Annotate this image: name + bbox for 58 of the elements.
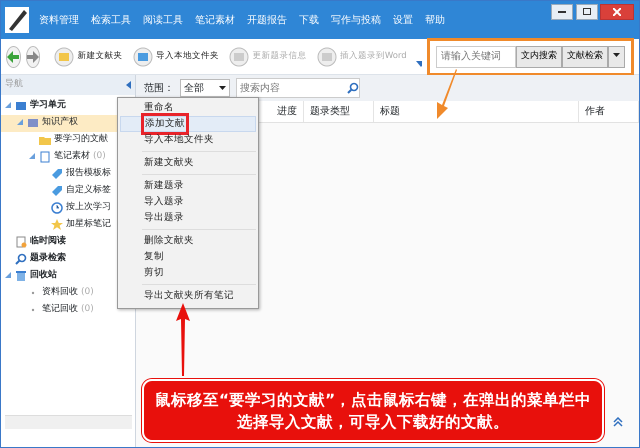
tree-item[interactable]: 笔记回收 (0) <box>1 302 135 318</box>
menu-item[interactable]: 写作与投稿 <box>325 12 387 28</box>
maximize-button[interactable] <box>576 4 598 20</box>
menu-item[interactable]: 资料管理 <box>33 12 85 28</box>
caret-icon <box>613 53 620 58</box>
clock-icon <box>51 202 63 214</box>
caret-icon <box>219 86 226 90</box>
menu-item[interactable]: 笔记素材 <box>189 12 241 28</box>
trash-icon <box>15 270 27 282</box>
scope-dropdown[interactable]: 全部 <box>180 79 230 97</box>
search-icon[interactable] <box>347 82 359 94</box>
pen-logo-icon <box>4 6 30 34</box>
expander-icon[interactable] <box>5 272 11 278</box>
expander-icon[interactable] <box>29 152 35 159</box>
search-icon <box>15 253 27 265</box>
close-button[interactable] <box>600 4 634 20</box>
item-count: (0) <box>81 286 94 300</box>
scope-label: 范围： <box>144 82 174 96</box>
column-header: 作者 <box>579 101 639 122</box>
item-count: (0) <box>93 150 106 164</box>
panel-title: 导航 <box>5 78 23 92</box>
dropdown-arrow-icon[interactable] <box>416 60 422 66</box>
monitor-icon <box>15 100 27 112</box>
horizontal-scrollbar[interactable] <box>5 415 132 429</box>
menu-item[interactable]: 添加文献 <box>120 116 256 132</box>
back-button[interactable] <box>6 46 21 68</box>
right-arrow-icon <box>26 50 39 62</box>
item-count: (0) <box>81 303 94 316</box>
close-icon <box>613 8 621 16</box>
instruction-callout: 鼠标移至“要学习的文献”，点击鼠标右键，在弹出的菜单栏中选择导入文献，可导入下载好的文献。 <box>142 379 604 442</box>
left-arrow-icon <box>7 50 20 62</box>
menu-item[interactable]: 帮助 <box>419 12 451 28</box>
keyword-field[interactable]: 请输入关键词 <box>436 46 516 68</box>
menu-item[interactable]: 设置 <box>387 12 419 28</box>
notebook-icon <box>39 151 51 163</box>
menu-item[interactable]: 下载 <box>293 12 325 28</box>
dropdown-button[interactable] <box>608 46 625 68</box>
menu-item[interactable]: 开题报告 <box>241 12 293 28</box>
expander-icon[interactable] <box>5 102 11 108</box>
column-header: 题录类型 <box>304 101 374 122</box>
minimize-button[interactable] <box>551 4 573 20</box>
in-text-search-button[interactable]: 文内搜索 <box>516 46 562 68</box>
literature-search-button[interactable]: 文献检索 <box>562 46 608 68</box>
star-icon <box>51 219 63 231</box>
toolbar-button[interactable]: 新建文献夹 <box>50 46 126 66</box>
maximize-icon <box>582 8 590 15</box>
expander-icon[interactable] <box>17 118 23 125</box>
menu-item[interactable]: 检索工具 <box>85 12 137 28</box>
forward-button[interactable] <box>26 46 40 68</box>
collapse-icon[interactable] <box>126 81 131 89</box>
search-field[interactable]: 搜索内容 <box>236 78 360 98</box>
minimize-icon <box>558 10 566 12</box>
double-chevron-icon[interactable] <box>613 417 623 427</box>
menu-item[interactable]: 阅读工具 <box>137 12 189 28</box>
document-icon <box>15 236 27 248</box>
tag-icon <box>51 168 63 180</box>
tag-icon <box>51 185 63 197</box>
toolbar-button[interactable]: 导入本地文件夹 <box>128 46 223 66</box>
